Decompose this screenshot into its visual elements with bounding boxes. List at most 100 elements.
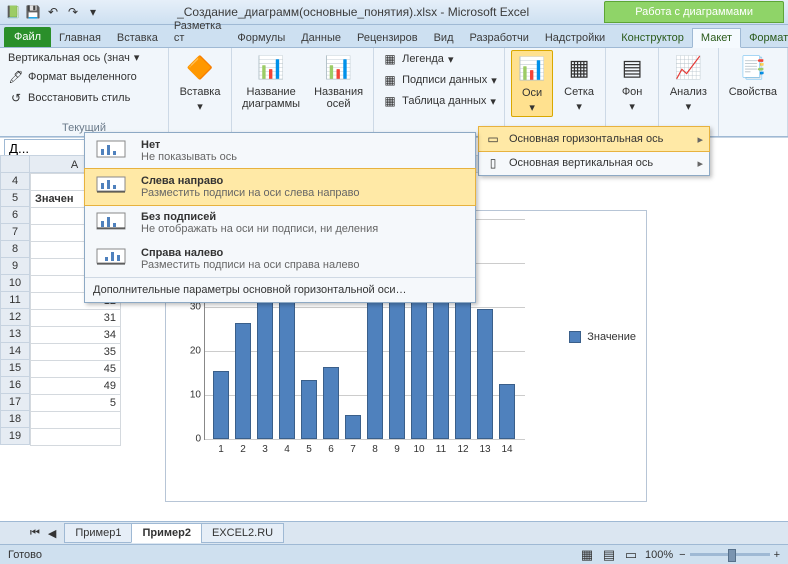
- ribbon-tabs: Файл Главная Вставка Разметка ст Формулы…: [0, 25, 788, 48]
- zoom-in-icon[interactable]: +: [774, 549, 780, 561]
- gridlines-button[interactable]: ▦Сетка▾: [559, 50, 599, 115]
- axis-titles-icon: 📊: [323, 52, 355, 84]
- tab-review[interactable]: Рецензиров: [349, 29, 426, 47]
- axis-none-icon: [93, 139, 129, 159]
- tab-data[interactable]: Данные: [293, 29, 349, 47]
- row-header[interactable]: 4: [0, 173, 30, 190]
- ribbon-group-current-selection: Вертикальная ось (знач ▾ 🖊Формат выделен…: [0, 48, 169, 136]
- row-header[interactable]: 5: [0, 190, 30, 207]
- axis-titles-button[interactable]: 📊Названия осей: [310, 50, 367, 112]
- sheet-nav-prev-icon[interactable]: ◀: [48, 527, 56, 540]
- chart-title-icon: 📊: [255, 52, 287, 84]
- axis-h-icon: ▭: [485, 131, 501, 147]
- reset-style-icon: ↺: [8, 90, 24, 106]
- select-all-corner[interactable]: [0, 155, 30, 173]
- axis-option-no-labels[interactable]: Без подписейНе отображать на оси ни подп…: [85, 205, 475, 241]
- row-header[interactable]: 7: [0, 224, 30, 241]
- row-header[interactable]: 12: [0, 309, 30, 326]
- axis-option-none[interactable]: НетНе показывать ось: [85, 133, 475, 169]
- legend-button[interactable]: ▦Легенда ▾: [380, 50, 455, 68]
- reset-style-button[interactable]: ↺Восстановить стиль: [6, 89, 132, 107]
- axes-icon: 📊: [516, 53, 548, 85]
- tab-chart-design[interactable]: Конструктор: [613, 29, 692, 47]
- data-labels-icon: ▦: [382, 72, 398, 88]
- axis-ltr-icon: [93, 175, 129, 195]
- axis-option-right-to-left[interactable]: Справа налевоРазместить подписи на оси с…: [85, 241, 475, 277]
- chart-element-selector[interactable]: Вертикальная ось (знач ▾: [6, 50, 141, 65]
- axis-options-menu: НетНе показывать ось Слева направоРазмес…: [84, 132, 476, 303]
- tab-chart-layout[interactable]: Макет: [692, 28, 741, 48]
- chart-title-button[interactable]: 📊Название диаграммы: [238, 50, 304, 112]
- zoom-level[interactable]: 100%: [645, 549, 673, 561]
- properties-icon: 📑: [737, 52, 769, 84]
- sheet-nav-first-icon[interactable]: ⏮: [30, 527, 40, 540]
- axis-option-left-to-right[interactable]: Слева направоРазместить подписи на оси с…: [85, 169, 475, 205]
- analysis-icon: 📈: [672, 52, 704, 84]
- tab-developer[interactable]: Разработчи: [462, 29, 537, 47]
- legend-icon: ▦: [382, 51, 398, 67]
- row-header[interactable]: 14: [0, 343, 30, 360]
- submenu-arrow-icon: ▸: [697, 133, 703, 146]
- tab-formulas[interactable]: Формулы: [229, 29, 293, 47]
- axis-option-more[interactable]: Дополнительные параметры основной горизо…: [85, 277, 475, 302]
- row-header[interactable]: 15: [0, 360, 30, 377]
- ribbon-group-insert: 🔶Вставка▾: [169, 48, 232, 136]
- plot-area-button[interactable]: ▤Фон▾: [612, 50, 652, 115]
- save-icon[interactable]: 💾: [24, 3, 42, 21]
- row-header[interactable]: 19: [0, 428, 30, 445]
- data-table-icon: ▦: [382, 93, 398, 109]
- axes-button[interactable]: 📊Оси▾: [511, 50, 553, 117]
- excel-icon: 📗: [4, 3, 22, 21]
- tab-view[interactable]: Вид: [426, 29, 462, 47]
- zoom-slider[interactable]: − +: [679, 549, 780, 561]
- view-page-break-icon[interactable]: ▭: [623, 547, 639, 563]
- row-header[interactable]: 16: [0, 377, 30, 394]
- row-header[interactable]: 18: [0, 411, 30, 428]
- qat-more-icon[interactable]: ▾: [84, 3, 102, 21]
- data-table-button[interactable]: ▦Таблица данных ▾: [380, 92, 498, 110]
- ribbon-group-labels-small: ▦Легенда ▾ ▦Подписи данных ▾ ▦Таблица да…: [374, 48, 505, 136]
- tab-home[interactable]: Главная: [51, 29, 109, 47]
- analysis-button[interactable]: 📈Анализ▾: [665, 50, 712, 115]
- row-header[interactable]: 10: [0, 275, 30, 292]
- ribbon-group-analysis: 📈Анализ▾: [659, 48, 719, 136]
- tab-insert[interactable]: Вставка: [109, 29, 166, 47]
- chart-tools-contextual-label: Работа с диаграммами: [604, 1, 784, 23]
- ribbon-group-properties: 📑Свойства: [719, 48, 788, 136]
- row-header[interactable]: 11: [0, 292, 30, 309]
- view-page-layout-icon[interactable]: ▤: [601, 547, 617, 563]
- format-selection-button[interactable]: 🖊Формат выделенного: [6, 68, 139, 86]
- ribbon-group-axes: 📊Оси▾ ▦Сетка▾: [505, 48, 606, 136]
- axes-submenu: ▭ Основная горизонтальная ось▸ ▯ Основна…: [478, 126, 710, 176]
- redo-icon[interactable]: ↷: [64, 3, 82, 21]
- gridlines-icon: ▦: [563, 52, 595, 84]
- undo-icon[interactable]: ↶: [44, 3, 62, 21]
- row-header[interactable]: 8: [0, 241, 30, 258]
- row-headers: 45678910111213141516171819: [0, 173, 30, 445]
- tab-chart-format[interactable]: Формат: [741, 29, 788, 47]
- tab-addins[interactable]: Надстройки: [537, 29, 613, 47]
- axis-v-icon: ▯: [485, 155, 501, 171]
- chart-legend[interactable]: Значение: [569, 331, 636, 343]
- row-header[interactable]: 17: [0, 394, 30, 411]
- submenu-primary-horizontal-axis[interactable]: ▭ Основная горизонтальная ось▸: [479, 127, 709, 151]
- view-normal-icon[interactable]: ▦: [579, 547, 595, 563]
- zoom-out-icon[interactable]: −: [679, 549, 685, 561]
- sheet-tab-active[interactable]: Пример2: [131, 523, 201, 543]
- format-selection-icon: 🖊: [8, 69, 24, 85]
- submenu-primary-vertical-axis[interactable]: ▯ Основная вертикальная ось▸: [479, 151, 709, 175]
- row-header[interactable]: 13: [0, 326, 30, 343]
- legend-label: Значение: [587, 331, 636, 343]
- quick-access-toolbar: 📗 💾 ↶ ↷ ▾: [4, 3, 102, 21]
- sheet-tab[interactable]: Пример1: [64, 523, 132, 543]
- shapes-icon: 🔶: [184, 52, 216, 84]
- row-header[interactable]: 9: [0, 258, 30, 275]
- row-header[interactable]: 6: [0, 207, 30, 224]
- sheet-tab[interactable]: EXCEL2.RU: [201, 523, 284, 543]
- properties-button[interactable]: 📑Свойства: [725, 50, 781, 100]
- data-labels-button[interactable]: ▦Подписи данных ▾: [380, 71, 499, 89]
- tab-page-layout[interactable]: Разметка ст: [166, 17, 230, 47]
- tab-file[interactable]: Файл: [4, 27, 51, 47]
- axis-rtl-icon: [93, 247, 129, 267]
- insert-button[interactable]: 🔶Вставка▾: [175, 50, 225, 115]
